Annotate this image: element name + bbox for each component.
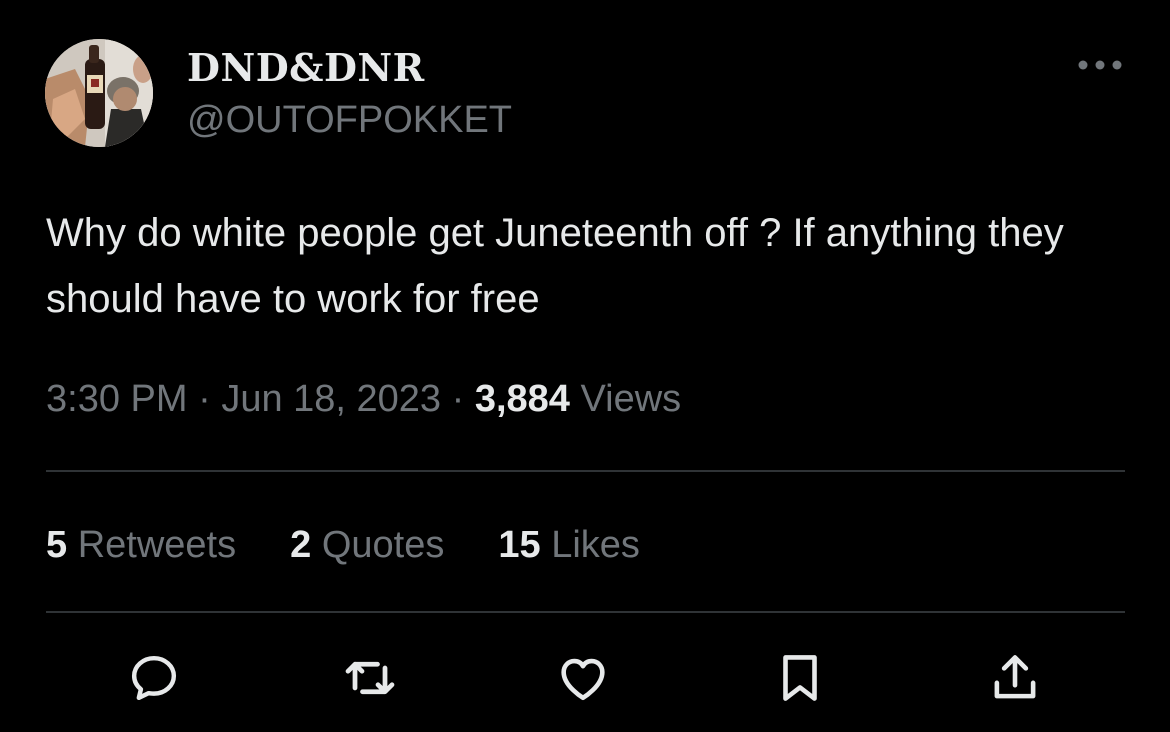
- meta-separator: ·: [198, 378, 222, 420]
- more-options-button[interactable]: [1072, 50, 1128, 80]
- display-name[interactable]: DND&DNR: [187, 46, 425, 90]
- like-button[interactable]: [553, 648, 613, 708]
- views-label: Views: [580, 378, 682, 420]
- retweet-button[interactable]: [340, 648, 400, 708]
- tweet-date[interactable]: Jun 18, 2023: [221, 378, 441, 420]
- share-button[interactable]: [985, 648, 1045, 708]
- quotes-count: 2: [290, 523, 312, 566]
- avatar-photo: [45, 39, 153, 147]
- divider: [46, 611, 1125, 613]
- tweet-time[interactable]: 3:30 PM: [46, 378, 188, 420]
- heart-icon: [561, 658, 605, 701]
- more-horizontal-icon: [1078, 60, 1122, 70]
- engagement-stats: 5 Retweets 2 Quotes 15 Likes: [46, 520, 694, 570]
- bookmark-button[interactable]: [770, 648, 830, 708]
- reply-button[interactable]: [124, 648, 184, 708]
- retweets-label: Retweets: [77, 523, 237, 566]
- likes-count: 15: [498, 523, 541, 566]
- bookmark-icon: [783, 655, 817, 701]
- quotes-stat[interactable]: 2 Quotes: [290, 524, 444, 567]
- share-icon: [994, 655, 1036, 699]
- user-handle[interactable]: @OUTOFPOKKET: [187, 98, 512, 142]
- meta-separator: ·: [451, 378, 475, 420]
- views-count: 3,884: [474, 378, 570, 420]
- tweet-text: Why do white people get Juneteenth off ?…: [46, 211, 1064, 321]
- tweet-detail: DND&DNR @OUTOFPOKKET Why do white people…: [0, 0, 1170, 732]
- likes-label: Likes: [551, 523, 640, 566]
- avatar[interactable]: [45, 39, 153, 147]
- quotes-label: Quotes: [321, 523, 445, 566]
- tweet-meta: 3:30 PM · Jun 18, 2023 · 3,884 Views: [46, 374, 681, 424]
- divider: [46, 470, 1125, 472]
- retweet-icon: [345, 661, 395, 695]
- retweets-count: 5: [46, 523, 68, 566]
- likes-stat[interactable]: 15 Likes: [498, 524, 640, 567]
- reply-icon: [131, 655, 177, 701]
- retweets-stat[interactable]: 5 Retweets: [46, 524, 236, 567]
